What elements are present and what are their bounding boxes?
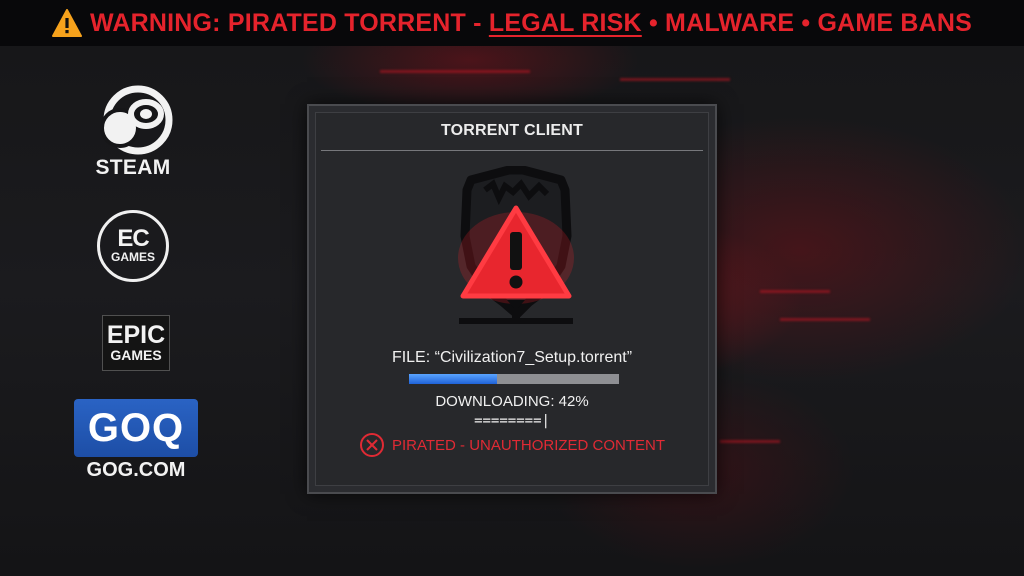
ea-logo-sub: GAMES: [110, 250, 155, 264]
ea-games-launcher[interactable]: EC GAMES: [97, 210, 169, 282]
torrent-client-window: TORRENT CLIENT FILE: “Civilization7_Setu…: [307, 104, 717, 494]
download-status: DOWNLOADING: 42%: [435, 393, 589, 410]
gog-launcher[interactable]: GOQ GOG.COM: [74, 399, 198, 482]
gog-logo-icon: GOQ: [74, 399, 198, 457]
ea-logo-main: EC: [117, 225, 149, 252]
x-circle-icon: [359, 433, 384, 457]
glitch-streak: [380, 70, 530, 73]
gog-label: GOG.COM: [86, 459, 186, 481]
title-divider: [321, 150, 703, 151]
warning-prefix: WARNING: PIRATED TORRENT -: [89, 8, 489, 37]
epic-logo-sub: GAMES: [110, 347, 162, 363]
warning-rest: • MALWARE • GAME BANS: [641, 8, 973, 37]
shield-alert-download-icon: [458, 166, 574, 324]
epic-logo-main: EPIC: [106, 321, 166, 349]
ascii-progress: ========|: [474, 413, 550, 429]
gog-logo-text: GOQ: [87, 405, 185, 450]
download-progress-fill: [409, 374, 498, 384]
window-title: TORRENT CLIENT: [440, 122, 584, 139]
steam-launcher[interactable]: STEAM: [88, 84, 178, 180]
pirated-label: PIRATED - UNAUTHORIZED CONTENT: [391, 436, 666, 454]
steam-logo-icon: [100, 85, 173, 155]
warning-triangle-icon: [51, 9, 82, 37]
glitch-streak: [720, 440, 780, 443]
glitch-streak: [780, 318, 870, 321]
warning-message: WARNING: PIRATED TORRENT - LEGAL RISK • …: [90, 9, 972, 38]
epic-games-launcher[interactable]: EPIC GAMES: [102, 315, 170, 371]
pirated-warning: PIRATED - UNAUTHORIZED CONTENT: [309, 432, 715, 458]
glitch-streak: [760, 290, 830, 293]
warning-legal-risk: LEGAL RISK: [488, 8, 642, 37]
steam-label: STEAM: [95, 156, 171, 179]
glitch-streak: [620, 78, 730, 81]
download-progress-bar: [409, 374, 619, 384]
warning-banner: WARNING: PIRATED TORRENT - LEGAL RISK • …: [0, 0, 1024, 46]
torrent-file-name: FILE: “Civilization7_Setup.torrent”: [391, 349, 633, 366]
